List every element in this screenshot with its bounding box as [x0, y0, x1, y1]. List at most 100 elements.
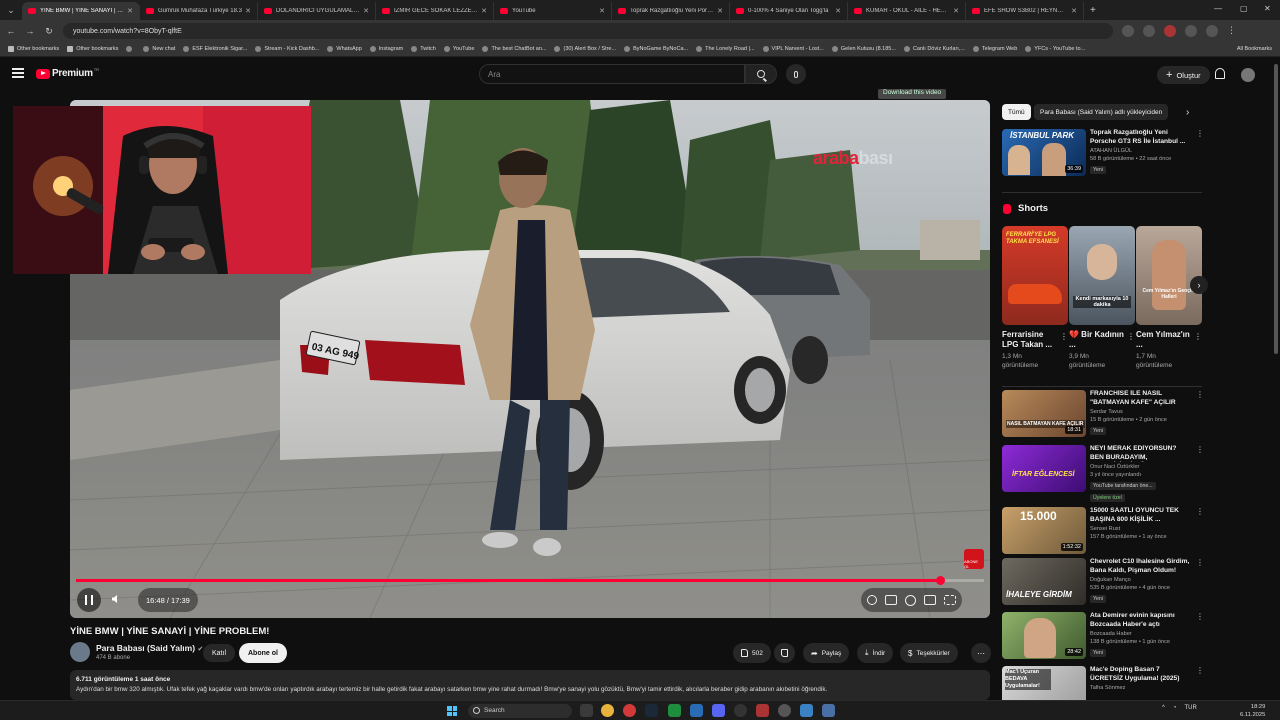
chevron-right-icon[interactable]: ›: [1186, 107, 1189, 118]
cast-icon[interactable]: [1122, 25, 1134, 37]
rec-title[interactable]: 15000 SAATLİ OYUNCU TEK BAŞINA 800 KİŞİL…: [1090, 507, 1190, 524]
chrome-icon[interactable]: [601, 704, 614, 717]
recommended-video[interactable]: Mac'i Uçuran BEDAVA Uygulamalar! Mac'e D…: [1002, 666, 1202, 700]
more-vert-icon[interactable]: ⋮: [1196, 612, 1204, 621]
thanks-button[interactable]: $ Teşekkürler: [900, 643, 958, 663]
extension-icon[interactable]: [1164, 25, 1176, 37]
close-icon[interactable]: ✕: [599, 7, 605, 15]
bookmark-item[interactable]: VIPL Narvent - Lost...: [762, 46, 824, 52]
rec-title[interactable]: NEYİ MERAK EDİYORSUN? BEN BURADAYIM, SOR…: [1090, 445, 1190, 462]
browser-tab[interactable]: EFE SHOW S3B02 | REYNMEN ✕: [966, 2, 1084, 20]
menu-kebab-icon[interactable]: ⋮: [1227, 25, 1239, 37]
profile-icon[interactable]: [1206, 25, 1218, 37]
close-icon[interactable]: ✕: [127, 7, 133, 15]
hamburger-menu-icon[interactable]: [12, 68, 24, 78]
rec-channel[interactable]: Serdar Tavus: [1090, 409, 1123, 415]
create-button[interactable]: + Oluştur: [1157, 66, 1210, 84]
account-avatar[interactable]: [1241, 68, 1255, 82]
download-button[interactable]: ⤓ İndir: [857, 643, 894, 663]
rec-channel[interactable]: Bozcaada Haber: [1090, 631, 1132, 637]
rec-title[interactable]: Toprak Razgatlıoğlu Yeni Porsche GT3 RS …: [1090, 129, 1190, 146]
progress-bar[interactable]: [76, 576, 984, 585]
rec-title[interactable]: Mac'e Doping Basan 7 ÜCRETSİZ Uygulama! …: [1090, 666, 1190, 683]
close-icon[interactable]: ✕: [953, 7, 959, 15]
close-icon[interactable]: ✕: [1071, 7, 1077, 15]
video-thumbnail[interactable]: İHALEYE GİRDİM: [1002, 558, 1086, 605]
more-vert-icon[interactable]: ⋮: [1196, 445, 1204, 454]
youtube-premium-logo[interactable]: Premium TR: [36, 67, 99, 79]
short-item[interactable]: Kendi markasıyla 10 dakika 💔 Bir Kadının…: [1069, 226, 1135, 370]
rec-channel[interactable]: Doğukan Manço: [1090, 577, 1131, 583]
pause-button[interactable]: [77, 588, 101, 612]
language-indicator[interactable]: TUR: [1184, 705, 1196, 711]
settings-gear-icon[interactable]: [905, 594, 916, 606]
bookmark-folder[interactable]: Other bookmarks: [8, 46, 59, 52]
autoplay-toggle-icon[interactable]: [867, 595, 877, 605]
browser-tab[interactable]: YouTube ✕: [494, 2, 612, 20]
address-bar[interactable]: youtube.com/watch?v=8ObyT-qlftE: [63, 23, 1113, 39]
app-icon[interactable]: [756, 704, 769, 717]
reload-icon[interactable]: ↻: [41, 26, 57, 37]
short-thumbnail[interactable]: Kendi markasıyla 10 dakika: [1069, 226, 1135, 325]
bookmark-item[interactable]: Telegram Web: [972, 46, 1017, 52]
bookmark-item[interactable]: The best ChatBot an...: [482, 46, 546, 52]
extensions-puzzle-icon[interactable]: [1185, 25, 1197, 37]
bookmark-item[interactable]: [126, 46, 135, 52]
volume-icon[interactable]: [111, 594, 121, 604]
app-icon[interactable]: [668, 704, 681, 717]
close-icon[interactable]: ✕: [245, 7, 251, 15]
rec-title[interactable]: Ata Demirer evinin kapısını Bozcaada Hab…: [1090, 612, 1190, 629]
more-actions-button[interactable]: ⋯: [971, 643, 991, 663]
minimize-icon[interactable]: —: [1214, 4, 1222, 13]
windows-start-icon[interactable]: [447, 706, 457, 716]
new-tab-button[interactable]: +: [1090, 5, 1096, 16]
video-thumbnail[interactable]: 15.000 1:52:32: [1002, 507, 1086, 554]
network-icon[interactable]: ◔: [1173, 705, 1177, 711]
short-thumbnail[interactable]: Cem Yılmaz'ın Gençlik Halleri: [1136, 226, 1202, 325]
subtitles-icon[interactable]: [885, 595, 897, 605]
short-item[interactable]: FERRARİ'YE LPG TAKMA EFSANESİ Ferrarisin…: [1002, 226, 1068, 370]
more-vert-icon[interactable]: ⋮: [1196, 666, 1202, 675]
dislike-button[interactable]: [774, 643, 795, 663]
app-icon[interactable]: [690, 704, 703, 717]
subscribe-logo-overlay[interactable]: ABONE OL: [964, 549, 984, 569]
app-icon[interactable]: [800, 704, 813, 717]
description-box[interactable]: [70, 670, 990, 700]
steam-icon[interactable]: [645, 704, 658, 717]
rec-channel[interactable]: Talha Sönmez: [1090, 685, 1125, 691]
obs-icon[interactable]: [734, 704, 747, 717]
taskbar-search[interactable]: Search: [468, 704, 572, 718]
more-vert-icon[interactable]: ⋮: [1194, 332, 1202, 341]
app-icon[interactable]: [623, 704, 636, 717]
search-input[interactable]: Ara: [479, 64, 745, 84]
short-item[interactable]: Cem Yılmaz'ın Gençlik Halleri Cem Yılmaz…: [1136, 226, 1202, 370]
browser-tab[interactable]: İZMİR GECE SOKAK LEZZETLERİ✕: [376, 2, 494, 20]
chip-all[interactable]: Tümü: [1002, 104, 1031, 120]
channel-avatar[interactable]: [70, 642, 90, 662]
close-icon[interactable]: ✕: [481, 7, 487, 15]
bookmark-item[interactable]: Twitch: [411, 46, 436, 52]
taskbar-clock[interactable]: 18:29 6.11.2025: [1240, 703, 1265, 719]
more-vert-icon[interactable]: ⋮: [1196, 558, 1204, 567]
voice-search-button[interactable]: [786, 64, 806, 84]
page-scrollbar[interactable]: [1274, 64, 1278, 354]
video-thumbnail[interactable]: 28:42: [1002, 612, 1086, 659]
browser-tab[interactable]: KUMAR - OKUL - AİLE - HEPSİ ✕: [848, 2, 966, 20]
discord-icon[interactable]: [712, 704, 725, 717]
forward-icon[interactable]: →: [22, 26, 38, 36]
rec-channel[interactable]: ATAHAN ÜLGÜL: [1090, 148, 1132, 154]
rec-title[interactable]: Chevrolet C10 İhalesine Girdim, Bana Kal…: [1090, 558, 1190, 575]
bookmark-item[interactable]: ESF Elektronik Sigar...: [183, 46, 247, 52]
shorts-next-button[interactable]: ›: [1190, 276, 1208, 294]
browser-tab[interactable]: Gümrük Muhafaza Türkiye 18.3 ✕: [140, 2, 258, 20]
chevron-up-icon[interactable]: ^: [1162, 705, 1165, 711]
bookmark-item[interactable]: The Lonely Road |...: [696, 46, 755, 52]
close-icon[interactable]: ✕: [835, 7, 841, 15]
back-icon[interactable]: ←: [3, 26, 19, 36]
close-icon[interactable]: ✕: [363, 7, 369, 15]
rec-channel[interactable]: Sensei Rust: [1090, 526, 1120, 532]
bookmark-folder[interactable]: Other bookmarks: [67, 46, 118, 52]
rec-channel[interactable]: Onur Naci Öztürkler: [1090, 464, 1139, 470]
browser-tab[interactable]: YİNE BMW | YİNE SANAYİ | YİNE ✕: [22, 2, 140, 20]
more-vert-icon[interactable]: ⋮: [1196, 129, 1204, 138]
